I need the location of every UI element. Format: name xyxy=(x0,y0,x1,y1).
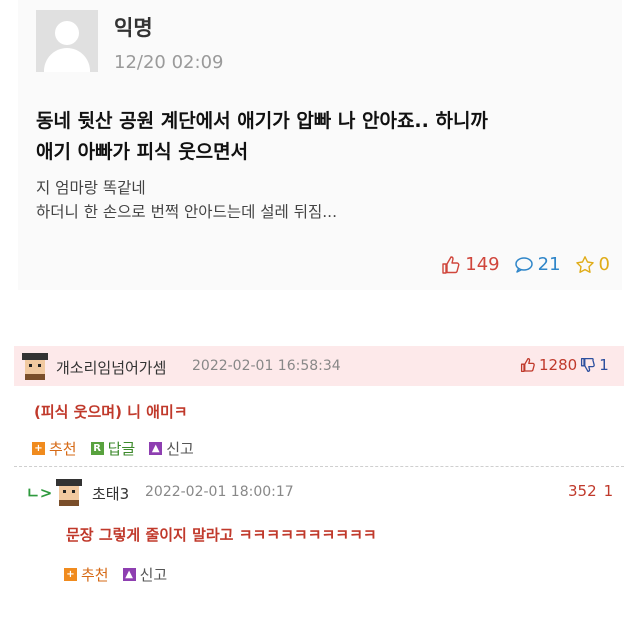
plus-badge-icon: + xyxy=(64,568,77,581)
vote-count-value: 149 xyxy=(465,254,500,275)
report-button[interactable]: ▲ 신고 xyxy=(122,564,168,585)
recommend-label: 추천 xyxy=(49,440,77,458)
pixel-character-icon xyxy=(22,353,48,380)
star-icon xyxy=(575,255,594,273)
siren-badge-icon: ▲ xyxy=(122,568,136,581)
comment-nickname[interactable]: 초태3 xyxy=(92,483,129,504)
comment-votes: 352 1 xyxy=(568,482,613,500)
reply-label: 답글 xyxy=(107,440,136,458)
comment-nickname[interactable]: 개소리임넘어가셈 xyxy=(56,357,166,378)
post-content-line: 하더니 한 손으로 번쩍 안아드는데 설레 뒤짐... xyxy=(36,203,338,221)
post-stats: 149 21 0 xyxy=(441,254,610,275)
comment-text: 문장 그렇게 줄이지 말라고 ㅋㅋㅋㅋㅋㅋㅋㅋㅋㅋ xyxy=(66,526,377,544)
reply-arrow-icon: ㄴ> xyxy=(26,484,53,502)
recommend-label: 추천 xyxy=(81,566,109,584)
upvote-count: 1280 xyxy=(539,356,578,374)
post-timestamp: 12/20 02:09 xyxy=(114,52,224,73)
post-title: 동네 뒷산 공원 계단에서 애기가 압빠 나 안아죠.. 하니까 애기 아빠가 … xyxy=(36,106,606,168)
pixel-character-icon xyxy=(56,479,82,506)
thumbs-up-icon xyxy=(442,255,460,274)
comment-divider xyxy=(14,466,624,467)
vote-count[interactable]: 149 xyxy=(441,254,500,275)
thumbs-up-icon[interactable] xyxy=(520,357,536,373)
comment-actions: + 추천 R 답글 ▲ 신고 xyxy=(32,438,194,459)
comment-actions: + 추천 ▲ 신고 xyxy=(64,564,167,585)
upvote-count: 352 xyxy=(568,482,597,500)
downvote-count: 1 xyxy=(599,356,609,374)
post-author: 익명 xyxy=(114,16,153,40)
comment-text: (피식 웃으며) 니 애미ㅋ xyxy=(34,403,188,421)
report-button[interactable]: ▲ 신고 xyxy=(149,438,194,459)
report-label: 신고 xyxy=(139,566,168,584)
report-label: 신고 xyxy=(166,440,194,458)
post-content-line: 지 엄마랑 똑같네 xyxy=(36,179,146,197)
reply-badge-icon: R xyxy=(90,442,104,455)
post-title-line: 애기 아빠가 피식 웃으면서 xyxy=(36,141,249,163)
comment-votes: 1280 1 xyxy=(520,356,609,374)
scrap-count[interactable]: 0 xyxy=(575,254,610,275)
recommend-button[interactable]: + 추천 xyxy=(32,438,77,459)
post-content: 지 엄마랑 똑같네 하더니 한 손으로 번쩍 안아드는데 설레 뒤짐... xyxy=(36,176,337,224)
default-profile-icon xyxy=(36,10,98,72)
downvote-count: 1 xyxy=(603,482,614,500)
recommend-button[interactable]: + 추천 xyxy=(64,564,109,585)
comment-count[interactable]: 21 xyxy=(514,254,561,275)
thumbs-down-icon[interactable] xyxy=(580,357,596,373)
scrap-count-value: 0 xyxy=(598,254,610,275)
comment-count-value: 21 xyxy=(537,254,561,275)
comment-date: 2022-02-01 16:58:34 xyxy=(192,358,341,374)
post-card: 익명 12/20 02:09 동네 뒷산 공원 계단에서 애기가 압빠 나 안아… xyxy=(18,0,622,290)
siren-badge-icon: ▲ xyxy=(149,442,163,455)
comment-date: 2022-02-01 18:00:17 xyxy=(145,484,294,500)
reply-button[interactable]: R 답글 xyxy=(90,438,136,459)
plus-badge-icon: + xyxy=(32,442,45,455)
post-title-line: 동네 뒷산 공원 계단에서 애기가 압빠 나 안아죠.. 하니까 xyxy=(36,110,488,132)
speech-bubble-icon xyxy=(514,256,533,273)
